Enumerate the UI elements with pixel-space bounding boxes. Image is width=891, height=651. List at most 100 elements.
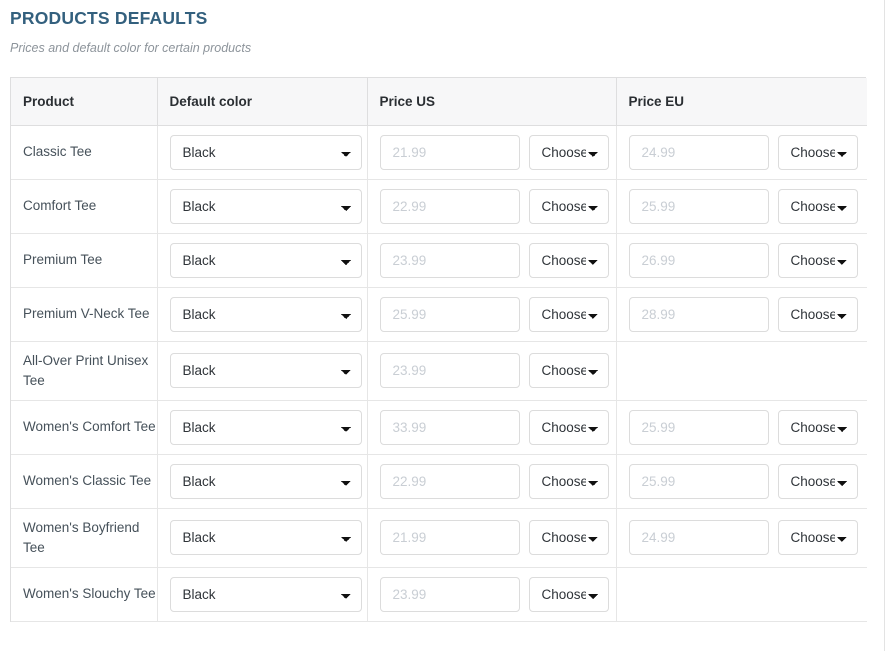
price-eu-cell: Choose... xyxy=(616,125,868,180)
price-us-input[interactable] xyxy=(379,188,520,224)
product-name-cell: Women's Boyfriend Tee xyxy=(11,508,158,568)
price-us-input[interactable] xyxy=(379,242,520,278)
price-eu-currency-select[interactable]: Choose... xyxy=(777,463,858,499)
product-name-cell: Comfort Tee xyxy=(11,179,158,234)
price-eu-controls: Choose... xyxy=(628,134,868,170)
table-row: Premium V-Neck Tee Black Choose... Choose..… xyxy=(11,287,867,342)
price-us-input[interactable] xyxy=(379,409,520,445)
default-color-cell: Black xyxy=(157,508,368,568)
price-us-input[interactable] xyxy=(379,296,520,332)
price-us-cell: Choose... xyxy=(367,287,617,342)
column-header-price-us: Price US xyxy=(367,78,617,126)
price-us-controls: Choose... xyxy=(379,134,616,170)
price-eu-input[interactable] xyxy=(628,463,769,499)
default-color-select[interactable]: Black xyxy=(169,134,362,170)
column-header-product: Product xyxy=(11,78,158,126)
page-title: PRODUCTS DEFAULTS xyxy=(10,8,208,28)
price-us-cell: Choose... xyxy=(367,179,617,234)
default-color-cell: Black xyxy=(157,454,368,509)
price-us-cell: Choose... xyxy=(367,508,617,568)
table-body: Classic Tee Black Choose... Choose... Comfor… xyxy=(11,125,868,622)
price-eu-controls: Choose... xyxy=(628,409,868,445)
price-eu-currency-select[interactable]: Choose... xyxy=(777,296,858,332)
default-color-cell: Black xyxy=(157,287,368,342)
table-row: Premium Tee Black Choose... Choose... xyxy=(11,233,868,288)
product-name-cell: Premium V-Neck Tee xyxy=(11,287,158,342)
default-color-select[interactable]: Black xyxy=(169,576,362,612)
price-eu-currency-select[interactable]: Choose... xyxy=(777,242,858,278)
price-eu-currency-select[interactable]: Choose... xyxy=(777,520,858,555)
price-eu-currency-select[interactable]: Choose... xyxy=(777,409,858,445)
price-eu-input[interactable] xyxy=(628,242,769,278)
price-eu-cell: Choose... xyxy=(616,179,867,234)
price-us-currency-select[interactable]: Choose... xyxy=(528,134,609,170)
price-us-input[interactable] xyxy=(379,520,520,555)
price-eu-currency-select[interactable]: Choose... xyxy=(777,134,858,170)
price-us-currency-select[interactable]: Choose... xyxy=(528,463,609,499)
product-name-cell: Women's Slouchy Tee xyxy=(11,567,158,622)
price-us-controls: Choose... xyxy=(379,576,616,612)
price-us-controls: Choose... xyxy=(379,353,616,388)
default-color-cell: Black xyxy=(157,233,368,288)
price-eu-controls: Choose... xyxy=(628,463,868,499)
price-us-currency-select[interactable]: Choose... xyxy=(528,353,609,388)
price-eu-cell: Choose... xyxy=(616,233,868,288)
default-color-cell: Black xyxy=(157,567,368,622)
price-eu-cell xyxy=(616,341,867,401)
price-eu-input[interactable] xyxy=(628,134,769,170)
price-us-currency-select[interactable]: Choose... xyxy=(528,242,609,278)
price-us-input[interactable] xyxy=(379,576,520,612)
price-eu-input[interactable] xyxy=(628,296,769,332)
price-us-cell: Choose... xyxy=(367,125,617,180)
table-row: Women's Classic Tee Black Choose... Choose.… xyxy=(11,454,868,509)
price-us-controls: Choose... xyxy=(379,463,616,499)
default-color-select[interactable]: Black xyxy=(169,463,362,499)
price-us-controls: Choose... xyxy=(379,409,616,445)
table-row: Women's Comfort Tee Black Choose... Choose.… xyxy=(11,400,868,455)
default-color-select[interactable]: Black xyxy=(169,520,362,555)
price-us-input[interactable] xyxy=(379,463,520,499)
default-color-cell: Black xyxy=(157,341,368,401)
default-color-cell: Black xyxy=(157,400,368,455)
price-us-cell: Choose... xyxy=(367,233,617,288)
default-color-select[interactable]: Black xyxy=(169,188,362,224)
price-us-input[interactable] xyxy=(379,353,520,388)
default-color-select[interactable]: Black xyxy=(169,409,362,445)
price-eu-cell: Choose... xyxy=(616,287,867,342)
price-us-currency-select[interactable]: Choose... xyxy=(528,296,609,332)
price-eu-input[interactable] xyxy=(628,520,769,555)
price-eu-input[interactable] xyxy=(628,409,769,445)
price-eu-controls: Choose... xyxy=(628,242,868,278)
price-us-input[interactable] xyxy=(379,134,520,170)
column-header-default-color: Default color xyxy=(157,78,368,126)
table-row: Women's Boyfriend Tee Black Choose... Choos… xyxy=(11,508,868,568)
table-row: Classic Tee Black Choose... Choose... xyxy=(11,125,868,180)
price-eu-cell: Choose... xyxy=(616,508,868,568)
products-defaults-table-wrapper: Product Default color Price US Price EU … xyxy=(10,77,867,622)
product-name-cell: Women's Classic Tee xyxy=(11,454,158,509)
default-color-select[interactable]: Black xyxy=(169,353,362,388)
price-us-cell: Choose... xyxy=(367,567,617,622)
price-eu-currency-select[interactable]: Choose... xyxy=(777,188,858,224)
table-header-row: Product Default color Price US Price EU xyxy=(11,78,867,126)
price-us-controls: Choose... xyxy=(379,188,616,224)
price-eu-cell xyxy=(616,567,867,622)
products-defaults-page: PRODUCTS DEFAULTS Prices and default col… xyxy=(0,0,891,651)
price-us-currency-select[interactable]: Choose... xyxy=(528,576,609,612)
price-us-currency-select[interactable]: Choose... xyxy=(528,188,609,224)
default-color-select[interactable]: Black xyxy=(169,296,362,332)
price-eu-input[interactable] xyxy=(628,188,769,224)
price-us-currency-select[interactable]: Choose... xyxy=(528,520,609,555)
price-us-currency-select[interactable]: Choose... xyxy=(528,409,609,445)
price-us-controls: Choose... xyxy=(379,242,616,278)
default-color-select[interactable]: Black xyxy=(169,242,362,278)
column-header-price-eu: Price EU xyxy=(616,78,867,126)
price-us-cell: Choose... xyxy=(367,400,617,455)
page-right-edge xyxy=(884,0,885,651)
products-defaults-table: Product Default color Price US Price EU … xyxy=(11,78,867,622)
price-eu-controls: Choose... xyxy=(628,520,868,555)
default-color-cell: Black xyxy=(157,179,368,234)
page-subtitle: Prices and default color for certain pro… xyxy=(10,41,252,55)
price-eu-cell: Choose... xyxy=(616,400,868,455)
product-name-cell: Classic Tee xyxy=(11,125,158,180)
